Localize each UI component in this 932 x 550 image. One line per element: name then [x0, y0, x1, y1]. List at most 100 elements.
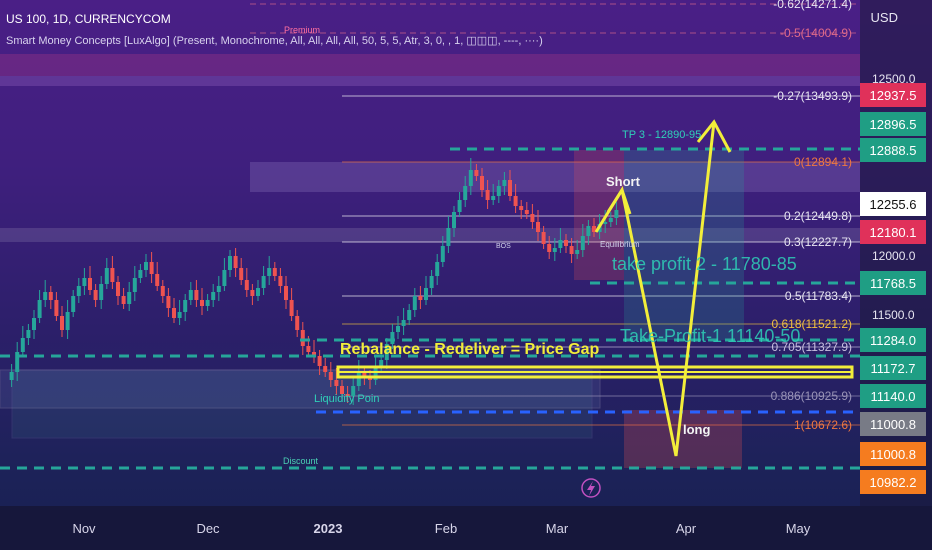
candle-body [26, 330, 31, 338]
price-badge-label: 12888.5 [870, 143, 917, 158]
candle-body [261, 276, 266, 288]
candle-body [558, 240, 563, 248]
candle-body [132, 278, 137, 292]
candle-body [317, 356, 322, 366]
price-badge-label: 11768.5 [870, 276, 916, 291]
fib-label: 0.3(12227.7) [784, 235, 852, 249]
candle-body [71, 296, 76, 312]
candle-body [233, 256, 238, 268]
candle-body [480, 176, 484, 190]
candle-body [328, 372, 333, 380]
candle-body [110, 268, 115, 282]
candle-body [188, 290, 193, 300]
candle-body [300, 330, 305, 346]
candle-body [564, 240, 568, 246]
candle-body [284, 286, 288, 300]
fib-label: 0(12894.1) [794, 155, 852, 169]
candle-body [20, 338, 25, 352]
price-badge-label: 10982.2 [870, 475, 917, 490]
price-badge-label: 11284.0 [870, 333, 916, 348]
candle-body [552, 248, 557, 252]
candle-body [424, 288, 428, 300]
candle-body [82, 278, 87, 286]
candle-body [104, 268, 109, 284]
candle-body [580, 236, 585, 250]
discount-label: Discount [283, 456, 319, 466]
candle-body [603, 222, 608, 224]
candle-body [43, 292, 48, 300]
candle-body [88, 278, 92, 290]
candle-body [244, 280, 249, 290]
short-label: Short [606, 174, 641, 189]
premium-band [0, 76, 860, 86]
candle-body [485, 190, 490, 200]
equilibrium-label: Equilibrium [600, 240, 640, 249]
candle-body [401, 320, 406, 326]
candle-body [205, 300, 210, 306]
candle-body [166, 296, 171, 308]
candle-body [65, 312, 70, 330]
candle-body [541, 232, 546, 244]
indicator-title[interactable]: Smart Money Concepts [LuxAlgo] (Present,… [6, 34, 543, 47]
candle-body [440, 246, 445, 262]
candle-body [575, 250, 580, 254]
candle-body [60, 316, 64, 330]
candle-body [144, 262, 148, 270]
price-gap-label: Rebalance - Redeliver = Price Gap [340, 341, 599, 358]
candle-body [160, 286, 165, 296]
candle-body [569, 246, 574, 254]
time-label: Apr [676, 521, 697, 536]
symbol-title[interactable]: US 100, 1D, CURRENCYCOM [6, 12, 171, 26]
chart-canvas[interactable]: -0.62(14271.4) -0.5(14004.9) -0.27(13493.9… [0, 0, 932, 550]
fib-label: -0.62(14271.4) [773, 0, 852, 11]
candle-body [323, 366, 328, 372]
fib-label: -0.5(14004.9) [780, 26, 852, 40]
candle-body [356, 372, 361, 386]
candle-body [614, 210, 619, 218]
equilibrium-zone [250, 162, 860, 192]
candle-body [37, 300, 42, 318]
candle-body [183, 300, 188, 312]
price-tick-label: 11500.0 [872, 308, 915, 322]
price-badges: 12937.5 12896.5 12888.5 12255.6 12180.1 11768… [860, 83, 926, 494]
candle-body [418, 296, 423, 300]
candle-body [524, 210, 529, 214]
candle-body [54, 300, 59, 316]
tp3-label: TP 3 - 12890-95 [622, 129, 701, 141]
fib-label: 0.2(12449.8) [784, 209, 852, 223]
time-label: Nov [72, 521, 96, 536]
candle-body [446, 228, 451, 246]
candle-body [429, 276, 434, 288]
candle-body [127, 292, 132, 304]
candle-body [200, 300, 204, 306]
candle-body [513, 196, 518, 206]
price-badge-label: 11000.8 [870, 417, 916, 432]
time-label: May [786, 521, 811, 536]
candle-body [9, 372, 14, 380]
candle-body [267, 268, 272, 276]
candle-body [93, 290, 98, 300]
candle-body [496, 186, 501, 196]
candle-body [278, 276, 283, 286]
chart-area[interactable]: -0.62(14271.4) -0.5(14004.9) -0.27(13493.9… [0, 0, 932, 550]
candle-body [121, 296, 126, 304]
long-box-risk [624, 410, 742, 468]
candle-body [536, 222, 540, 232]
price-badge-label: 12896.5 [870, 117, 917, 132]
candle-body [48, 292, 53, 300]
candle-body [412, 296, 417, 310]
time-label: Mar [546, 521, 569, 536]
candle-body [116, 282, 120, 296]
candle-body [211, 292, 216, 300]
lightning-icon-glyph [587, 481, 595, 496]
candle-body [155, 274, 160, 286]
fib-label: -0.27(13493.9) [773, 89, 852, 103]
candle-body [306, 346, 311, 352]
candle-body [457, 200, 462, 212]
time-label: Feb [435, 521, 457, 536]
take-profit-1-label: Take-Profit-1 11140-50 [620, 326, 800, 346]
candle-body [32, 318, 36, 330]
candle-body [172, 308, 176, 318]
candle-body [468, 170, 473, 186]
candle-body [228, 256, 232, 270]
